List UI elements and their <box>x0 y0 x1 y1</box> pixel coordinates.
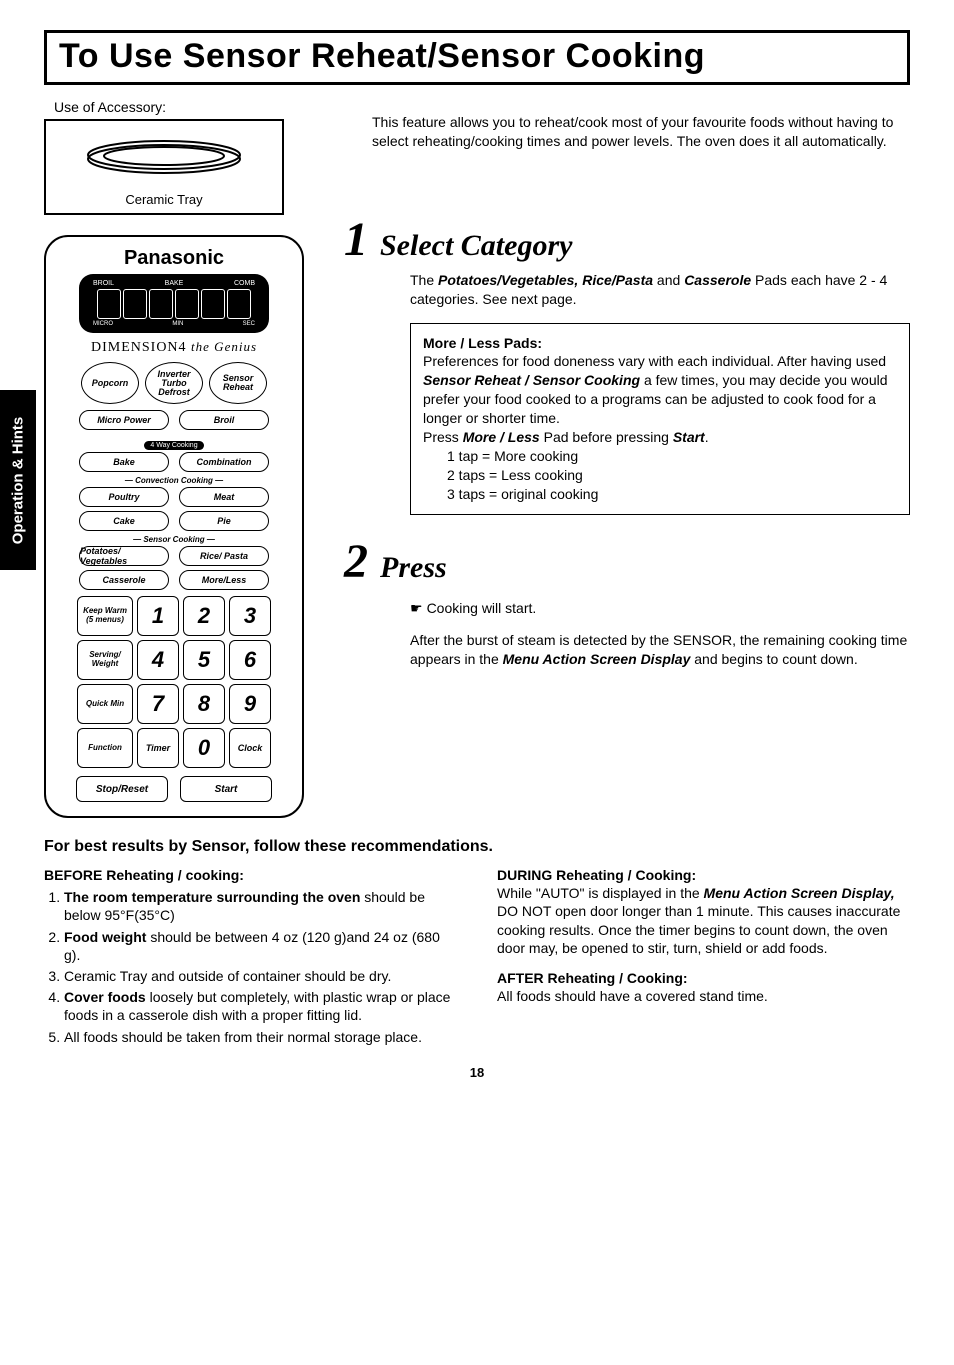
step-1: 1 Select Category The Potatoes/Vegetable… <box>372 221 910 515</box>
digit <box>123 289 147 319</box>
potatoes-button[interactable]: Potatoes/ Vegetables <box>79 546 169 566</box>
tray-label: Ceramic Tray <box>56 192 272 207</box>
num-0[interactable]: 0 <box>183 728 225 768</box>
disp-bot-micro: MICRO <box>93 321 113 327</box>
disp-bot-min: MIN <box>172 321 183 327</box>
digit <box>149 289 173 319</box>
num-8[interactable]: 8 <box>183 684 225 724</box>
more-less-box: More / Less Pads: Preferences for food d… <box>410 323 910 515</box>
digit <box>201 289 225 319</box>
recommendations: For best results by Sensor, follow these… <box>44 838 910 1049</box>
section-sensor: Sensor Cooking <box>60 535 288 544</box>
serving-weight-button[interactable]: Serving/ Weight <box>77 640 133 680</box>
hand-icon: ☛ <box>410 599 423 618</box>
num-3[interactable]: 3 <box>229 596 271 636</box>
popcorn-button[interactable]: Popcorn <box>81 362 139 404</box>
side-tab: Operation & Hints <box>0 390 36 570</box>
quick-min-button[interactable]: Quick Min <box>77 684 133 724</box>
intro-text: This feature allows you to reheat/cook m… <box>372 113 910 151</box>
combination-button[interactable]: Combination <box>179 452 269 472</box>
cooking-badge: 4 Way Cooking <box>144 441 203 450</box>
num-2[interactable]: 2 <box>183 596 225 636</box>
tap-3: 3 taps = original cooking <box>447 485 897 504</box>
step1-num: 1 <box>344 221 368 259</box>
page-title: To Use Sensor Reheat/Sensor Cooking <box>59 37 895 76</box>
digit <box>227 289 251 319</box>
accessory-box: Ceramic Tray <box>44 119 284 215</box>
stop-reset-button[interactable]: Stop/Reset <box>76 776 168 802</box>
pie-button[interactable]: Pie <box>179 511 269 531</box>
disp-top-bake: BAKE <box>165 280 184 287</box>
step2-num: 2 <box>344 543 368 581</box>
clock-button[interactable]: Clock <box>229 728 271 768</box>
page-number: 18 <box>44 1065 910 1080</box>
keep-warm-button[interactable]: Keep Warm (5 menus) <box>77 596 133 636</box>
disp-bot-sec: SEC <box>243 321 255 327</box>
step2-title: Press <box>380 551 447 585</box>
timer-button[interactable]: Timer <box>137 728 179 768</box>
step2-body: ☛Cooking will start. After the burst of … <box>410 599 910 670</box>
step1-body: The Potatoes/Vegetables, Rice/Pasta and … <box>410 271 910 309</box>
tap-1: 1 tap = More cooking <box>447 447 897 466</box>
casserole-button[interactable]: Casserole <box>79 570 169 590</box>
during-after-col: DURING Reheating / Cooking: While "AUTO"… <box>497 866 910 1049</box>
num-1[interactable]: 1 <box>137 596 179 636</box>
sensor-reheat-button[interactable]: Sensor Reheat <box>209 362 267 404</box>
display: BROIL BAKE COMB MICRO MIN <box>79 274 269 333</box>
step1-title: Select Category <box>380 229 572 263</box>
disp-top-comb: COMB <box>234 280 255 287</box>
bake-button[interactable]: Bake <box>79 452 169 472</box>
step-2: 2 Press ☛Cooking will start. After the b… <box>372 543 910 670</box>
side-tab-label: Operation & Hints <box>10 416 27 544</box>
broil-button[interactable]: Broil <box>179 410 269 430</box>
section-convection: Convection Cooking <box>60 476 288 485</box>
control-panel: Panasonic BROIL BAKE COMB <box>44 235 304 818</box>
disp-top-broil: BROIL <box>93 280 114 287</box>
tap-2: 2 taps = Less cooking <box>447 466 897 485</box>
before-col: BEFORE Reheating / cooking: The room tem… <box>44 866 457 1049</box>
digit <box>175 289 199 319</box>
num-9[interactable]: 9 <box>229 684 271 724</box>
num-7[interactable]: 7 <box>137 684 179 724</box>
function-button[interactable]: Function <box>77 728 133 768</box>
meat-button[interactable]: Meat <box>179 487 269 507</box>
cake-button[interactable]: Cake <box>79 511 169 531</box>
poultry-button[interactable]: Poultry <box>79 487 169 507</box>
rice-button[interactable]: Rice/ Pasta <box>179 546 269 566</box>
recommend-head: For best results by Sensor, follow these… <box>44 838 910 856</box>
ceramic-tray-icon <box>84 139 244 177</box>
brand-label: Panasonic <box>60 247 288 270</box>
accessory-label: Use of Accessory: <box>54 99 344 115</box>
sub-brand: DIMENSION4 the Genius <box>60 339 288 356</box>
more-less-button[interactable]: More/Less <box>179 570 269 590</box>
num-4[interactable]: 4 <box>137 640 179 680</box>
start-button[interactable]: Start <box>180 776 272 802</box>
num-5[interactable]: 5 <box>183 640 225 680</box>
micro-power-button[interactable]: Micro Power <box>79 410 169 430</box>
num-6[interactable]: 6 <box>229 640 271 680</box>
title-box: To Use Sensor Reheat/Sensor Cooking <box>44 30 910 85</box>
inverter-defrost-button[interactable]: Inverter Turbo Defrost <box>145 362 203 404</box>
digit <box>97 289 121 319</box>
